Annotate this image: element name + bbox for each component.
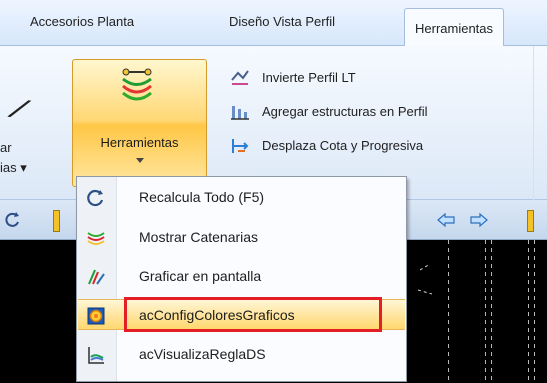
yellow-separator-icon xyxy=(53,210,60,232)
chevron-down-icon xyxy=(136,158,144,163)
ribbon-tab-bar: Accesorios Planta Diseño Vista Perfil He… xyxy=(0,0,547,47)
partial-tool-icon: ⟋ xyxy=(7,92,32,126)
menu-item-mostrar-catenarias[interactable]: Mostrar Catenarias xyxy=(78,222,405,253)
menu-item-label: Mostrar Catenarias xyxy=(139,229,259,245)
invert-profile-icon xyxy=(231,70,249,85)
menu-item-label: Recalcula Todo (F5) xyxy=(139,189,265,205)
partial-left-label-line2: ias ▾ xyxy=(0,160,27,175)
invert-profile-label: Invierte Perfil LT xyxy=(262,70,356,85)
catenary-icon xyxy=(87,232,105,245)
partial-left-button[interactable]: ⟋ ar ias ▾ xyxy=(0,56,62,178)
yellow-separator-icon xyxy=(527,210,534,232)
add-structures-label: Agregar estructuras en Perfil xyxy=(262,104,428,119)
herramientas-dropdown-button[interactable]: Herramientas xyxy=(72,59,207,187)
menu-item-label: acVisualizaReglaDS xyxy=(139,346,266,362)
refresh-icon[interactable] xyxy=(4,211,22,229)
menu-item-label: Graficar en pantalla xyxy=(139,268,262,284)
move-elevation-icon xyxy=(232,139,249,153)
menu-item-label: acConfigColoresGraficos xyxy=(139,307,295,323)
herramientas-dropdown-menu: Recalcula Todo (F5) Mostrar Catenarias G… xyxy=(76,176,407,382)
tab-accesorios-planta[interactable]: Accesorios Planta xyxy=(30,14,134,29)
partial-left-label-line1: ar xyxy=(0,140,12,155)
menu-item-acconfigcoloresgraficos[interactable]: acConfigColoresGraficos xyxy=(78,299,405,330)
tab-herramientas[interactable]: Herramientas xyxy=(404,8,505,47)
tab-diseno-vista-perfil[interactable]: Diseño Vista Perfil xyxy=(229,14,335,29)
plot-screen-icon xyxy=(88,269,105,285)
herramientas-button-label: Herramientas xyxy=(100,135,179,150)
menu-item-acvisualizaregla-ds[interactable]: acVisualizaReglaDS xyxy=(78,339,405,370)
menu-item-recalcula-todo[interactable]: Recalcula Todo (F5) xyxy=(78,182,405,213)
ruler-view-icon xyxy=(88,347,104,364)
color-config-icon xyxy=(87,307,105,325)
ribbon-separator xyxy=(533,46,534,200)
add-structures-icon xyxy=(231,106,249,120)
tools-catenary-icon xyxy=(122,68,152,101)
menu-item-graficar-en-pantalla[interactable]: Graficar en pantalla xyxy=(78,261,405,292)
arrow-right-icon[interactable] xyxy=(470,211,488,229)
move-elevation-label: Desplaza Cota y Progresiva xyxy=(262,138,424,153)
recalculate-icon xyxy=(87,189,104,207)
arrow-left-icon[interactable] xyxy=(437,211,455,229)
